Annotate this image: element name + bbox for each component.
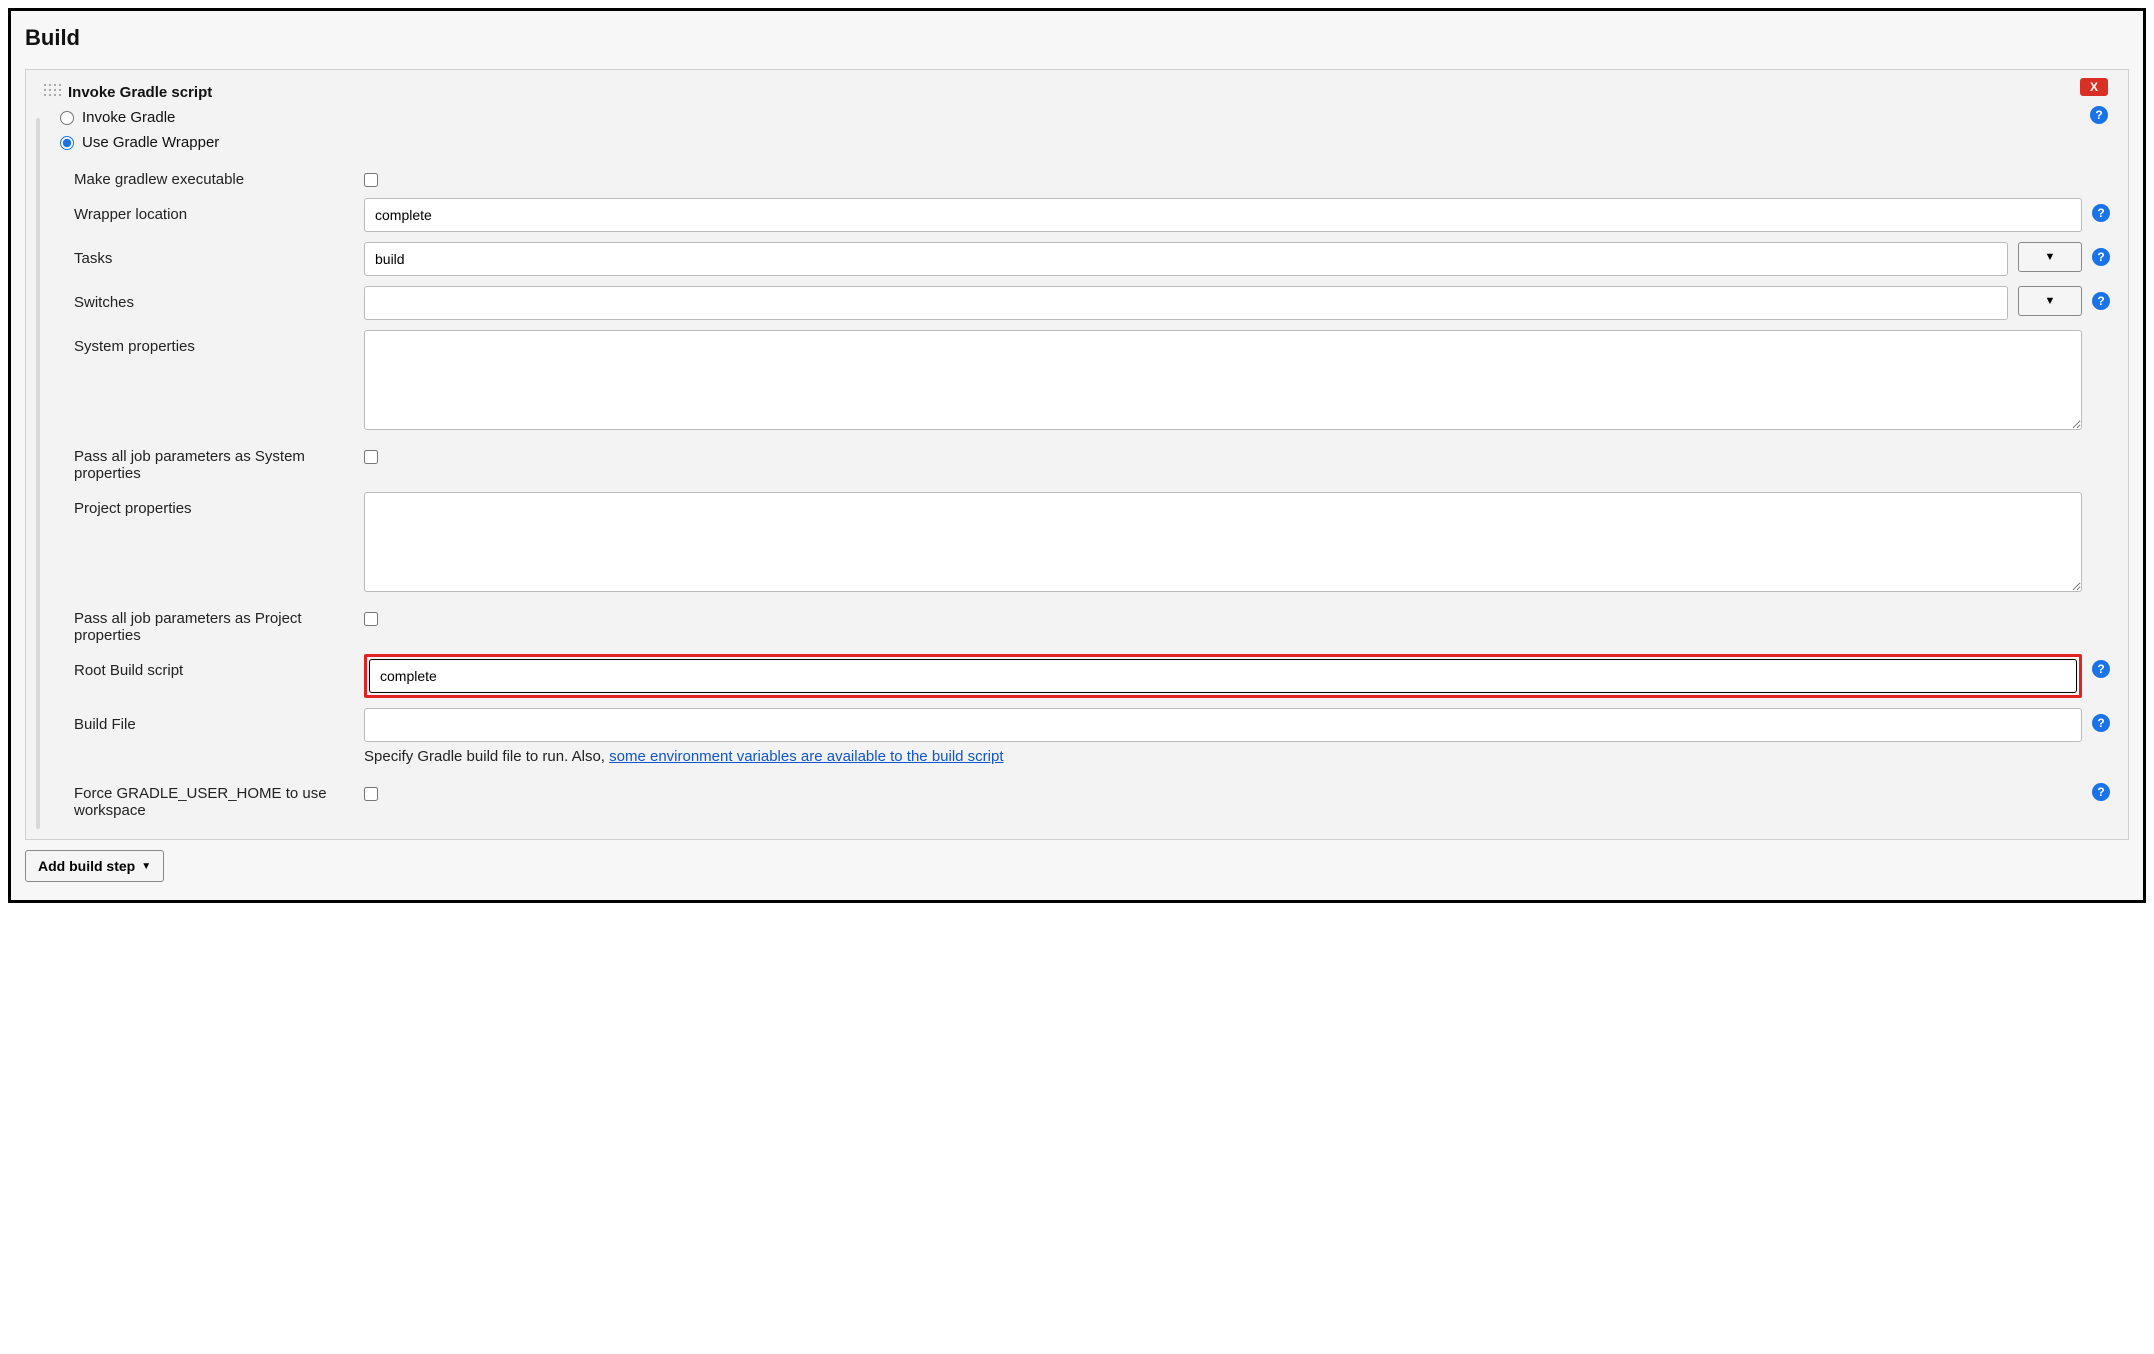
label-tasks: Tasks (74, 242, 364, 267)
row-project-properties: Project properties (44, 492, 2110, 592)
help-icon[interactable]: ? (2092, 292, 2110, 310)
label-wrapper-location: Wrapper location (74, 198, 364, 223)
row-wrapper-location: Wrapper location ? (44, 198, 2110, 232)
label-pass-system: Pass all job parameters as System proper… (74, 440, 364, 482)
checkbox-force-home[interactable] (364, 787, 378, 801)
radio-use-wrapper-label: Use Gradle Wrapper (82, 134, 219, 151)
input-build-file[interactable] (364, 708, 2082, 742)
help-icon[interactable]: ? (2092, 248, 2110, 266)
checkbox-pass-project[interactable] (364, 612, 378, 626)
radio-invoke-gradle-input[interactable] (60, 111, 74, 125)
invoke-gradle-step: Invoke Gradle script X ? Invoke Gradle U… (26, 70, 2128, 839)
textarea-system-properties[interactable] (364, 330, 2082, 430)
step-title: Invoke Gradle script (68, 84, 2110, 101)
help-icon[interactable]: ? (2090, 106, 2108, 124)
input-tasks[interactable] (364, 242, 2008, 276)
row-pass-system: Pass all job parameters as System proper… (44, 440, 2110, 482)
remove-step-button[interactable]: X (2080, 78, 2108, 96)
chevron-down-icon: ▼ (141, 861, 151, 872)
row-root-build-script: Root Build script ? (44, 654, 2110, 698)
checkbox-pass-system[interactable] (364, 450, 378, 464)
section-title: Build (25, 25, 2129, 51)
radio-invoke-gradle-label: Invoke Gradle (82, 109, 175, 126)
row-make-executable: Make gradlew executable (44, 163, 2110, 188)
tasks-dropdown-button[interactable]: ▼ (2018, 242, 2082, 272)
chevron-down-icon: ▼ (2045, 295, 2056, 307)
row-build-file: Build File ? (44, 708, 2110, 742)
switches-dropdown-button[interactable]: ▼ (2018, 286, 2082, 316)
help-icon[interactable]: ? (2092, 783, 2110, 801)
env-vars-link[interactable]: some environment variables are available… (609, 748, 1003, 765)
textarea-project-properties[interactable] (364, 492, 2082, 592)
label-root-build-script: Root Build script (74, 654, 364, 679)
root-build-script-highlight (364, 654, 2082, 698)
checkbox-make-executable[interactable] (364, 173, 378, 187)
add-build-step-button[interactable]: Add build step ▼ (25, 850, 164, 882)
row-pass-project: Pass all job parameters as Project prope… (44, 602, 2110, 644)
gradle-mode-radio-group: Invoke Gradle Use Gradle Wrapper (60, 109, 2110, 151)
input-root-build-script[interactable] (369, 659, 2077, 693)
label-switches: Switches (74, 286, 364, 311)
chevron-down-icon: ▼ (2045, 251, 2056, 263)
build-file-description: Specify Gradle build file to run. Also, … (44, 748, 2110, 765)
label-build-file: Build File (74, 708, 364, 733)
row-switches: Switches ▼ ? (44, 286, 2110, 320)
build-step-container: Invoke Gradle script X ? Invoke Gradle U… (25, 69, 2129, 840)
radio-use-wrapper[interactable]: Use Gradle Wrapper (60, 134, 2110, 151)
label-make-executable: Make gradlew executable (74, 163, 364, 188)
build-section-frame: Build Invoke Gradle script X ? Invoke Gr… (8, 8, 2146, 903)
help-icon[interactable]: ? (2092, 204, 2110, 222)
label-system-properties: System properties (74, 330, 364, 355)
build-file-desc-text: Specify Gradle build file to run. Also, (364, 748, 609, 765)
radio-invoke-gradle[interactable]: Invoke Gradle (60, 109, 2110, 126)
input-wrapper-location[interactable] (364, 198, 2082, 232)
label-force-home: Force GRADLE_USER_HOME to use workspace (74, 777, 364, 819)
radio-use-wrapper-input[interactable] (60, 136, 74, 150)
row-system-properties: System properties (44, 330, 2110, 430)
label-project-properties: Project properties (74, 492, 364, 517)
label-pass-project: Pass all job parameters as Project prope… (74, 602, 364, 644)
step-accent-bar (36, 118, 40, 829)
help-icon[interactable]: ? (2092, 660, 2110, 678)
row-tasks: Tasks ▼ ? (44, 242, 2110, 276)
drag-handle-icon[interactable] (44, 84, 66, 100)
input-switches[interactable] (364, 286, 2008, 320)
row-force-home: Force GRADLE_USER_HOME to use workspace … (44, 777, 2110, 819)
add-build-step-label: Add build step (38, 858, 135, 874)
help-icon[interactable]: ? (2092, 714, 2110, 732)
